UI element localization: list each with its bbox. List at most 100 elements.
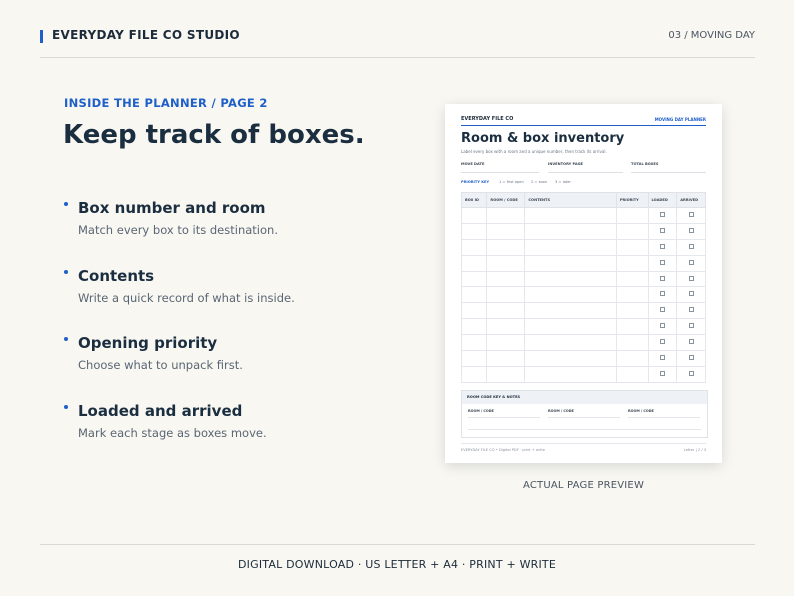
field-line <box>631 172 706 173</box>
table-cell <box>460 238 488 256</box>
field-total-boxes: TOTAL BOXES <box>631 162 659 166</box>
table-cell <box>615 302 649 320</box>
notes-line <box>468 429 701 430</box>
footer-divider <box>40 544 755 545</box>
col-contents: CONTENTS <box>524 192 617 208</box>
page-label: 03 / MOVING DAY <box>668 30 755 41</box>
notes-box: ROOM CODE KEY & NOTES ROOM / CODE ROOM /… <box>461 390 708 438</box>
table-cell <box>676 222 706 240</box>
feature-desc: Write a quick record of what is inside. <box>78 290 295 305</box>
table-cell <box>486 365 526 383</box>
bullet-icon <box>64 269 68 274</box>
table-cell <box>460 286 488 304</box>
feature-desc: Choose what to unpack first. <box>78 358 243 372</box>
checkbox-icon <box>659 354 665 360</box>
checkbox-icon <box>659 291 665 297</box>
table-cell <box>676 318 706 336</box>
table-cell <box>524 318 617 336</box>
field-inventory-page: INVENTORY PAGE <box>548 162 584 166</box>
feature-item: Contents Write a quick record of what is… <box>63 266 393 334</box>
table-cell <box>615 222 649 240</box>
table-cell <box>647 302 678 320</box>
table-cell <box>460 334 488 352</box>
table-row <box>460 222 706 240</box>
table-cell <box>676 365 706 383</box>
table-cell <box>615 270 649 288</box>
table-cell <box>676 254 706 272</box>
checkbox-icon <box>688 291 694 297</box>
preview-footer-rule <box>461 443 706 444</box>
table-cell <box>647 286 678 304</box>
table-cell <box>615 350 649 367</box>
checkbox-icon <box>688 275 694 281</box>
table-cell <box>676 334 706 352</box>
table-cell <box>615 318 649 336</box>
table-cell <box>486 270 526 288</box>
table-cell <box>460 207 488 224</box>
feature-title: Contents <box>78 266 155 285</box>
brand-name: EVERYDAY FILE CO STUDIO <box>52 28 240 42</box>
notes-title: ROOM CODE KEY & NOTES <box>462 391 707 404</box>
table-cell <box>460 222 488 240</box>
bullet-icon <box>64 202 68 206</box>
preview-brand: EVERYDAY FILE CO <box>461 116 514 122</box>
checkbox-icon <box>659 307 665 313</box>
table-cell <box>647 365 678 383</box>
eyebrow: INSIDE THE PLANNER / PAGE 2 <box>64 96 268 110</box>
header: EVERYDAY FILE CO STUDIO 03 / MOVING DAY <box>40 28 755 46</box>
headline: Keep track of boxes. <box>63 120 365 150</box>
table-cell <box>647 207 678 224</box>
priority-item: 1 = first open <box>499 180 524 184</box>
preview-footer-left: EVERYDAY FILE CO • Digital PDF · print +… <box>461 448 545 452</box>
table-cell <box>647 238 678 256</box>
checkbox-icon <box>659 211 665 217</box>
checkbox-icon <box>688 211 694 217</box>
preview-subtitle: Label every box with a room and a unique… <box>461 149 607 154</box>
checkbox-icon <box>659 243 665 249</box>
priority-item: 3 = later <box>555 180 571 184</box>
table-cell <box>647 318 678 336</box>
table-cell <box>676 270 706 288</box>
table-cell <box>676 207 706 224</box>
table-cell <box>615 254 649 272</box>
feature-desc: Mark each stage as boxes move. <box>78 425 267 440</box>
checkbox-icon <box>659 339 665 345</box>
checkbox-icon <box>688 243 694 249</box>
col-loaded: LOADED <box>647 192 678 208</box>
table-cell <box>524 350 617 367</box>
table-cell <box>524 270 617 288</box>
preview-rule <box>461 125 706 126</box>
table-cell <box>524 207 617 224</box>
table-row <box>460 286 706 304</box>
table-cell <box>647 270 678 288</box>
preview-caption: ACTUAL PAGE PREVIEW <box>522 480 645 491</box>
table-cell <box>524 286 617 304</box>
table-row <box>460 350 706 367</box>
table-cell <box>460 318 488 336</box>
table-cell <box>524 238 617 256</box>
table-row <box>460 334 706 352</box>
table-row <box>460 302 706 320</box>
table-cell <box>524 222 617 240</box>
notes-line <box>468 417 540 418</box>
table-cell <box>460 302 488 320</box>
field-line <box>548 172 623 173</box>
notes-label: ROOM / CODE <box>468 409 494 413</box>
notes-line <box>548 417 620 418</box>
table-cell <box>524 334 617 352</box>
checkbox-icon <box>688 354 694 360</box>
table-cell <box>676 350 706 367</box>
table-cell <box>486 207 526 224</box>
preview-footer-right: Letter | 2 / 3 <box>683 448 706 452</box>
feature-item: Loaded and arrived Mark each stage as bo… <box>63 401 393 469</box>
col-priority: PRIORITY <box>615 192 649 208</box>
preview-tag: MOVING DAY PLANNER <box>654 117 706 122</box>
checkbox-icon <box>688 339 694 345</box>
bullet-icon <box>64 404 68 409</box>
checkbox-icon <box>659 275 665 281</box>
notes-line <box>628 417 700 418</box>
col-arrived: ARRIVED <box>676 192 706 208</box>
table-cell <box>615 334 649 352</box>
priority-key-label: PRIORITY KEY <box>461 180 490 184</box>
col-box-id: BOX ID <box>460 192 488 208</box>
